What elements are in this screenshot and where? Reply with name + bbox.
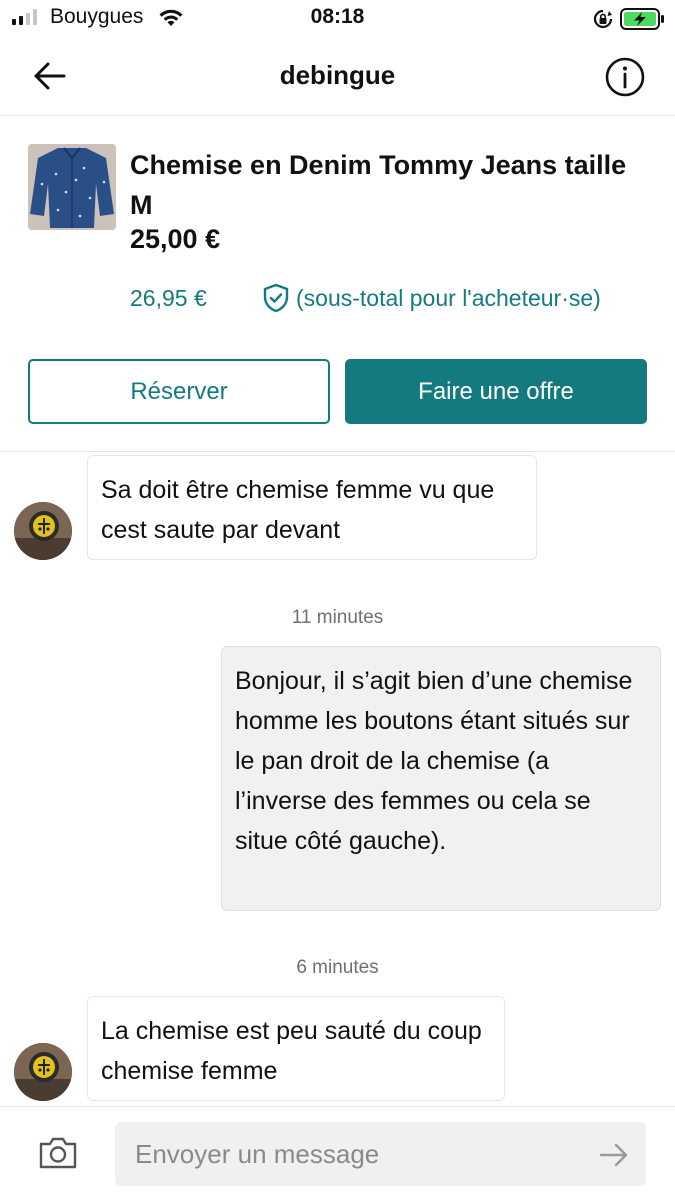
camera-icon[interactable] xyxy=(37,1135,79,1171)
message-input[interactable] xyxy=(115,1122,646,1186)
status-time: 08:18 xyxy=(310,5,365,28)
buyer-protection-note[interactable]: (sous-total pour l'acheteur·se) xyxy=(296,285,601,312)
battery-charging-icon xyxy=(620,8,664,30)
make-offer-button[interactable]: Faire une offre xyxy=(345,359,647,424)
chat-header: debingue xyxy=(0,38,675,116)
info-icon[interactable] xyxy=(604,56,646,98)
message-bubble-incoming: Sa doit être chemise femme vu que cest s… xyxy=(87,455,537,560)
product-price: 25,00 € xyxy=(130,224,221,254)
orientation-lock-icon xyxy=(593,9,613,29)
product-title[interactable]: Chemise en Denim Tommy Jeans taille M xyxy=(130,145,650,225)
send-arrow-icon[interactable] xyxy=(598,1142,630,1168)
product-thumbnail[interactable] xyxy=(28,144,116,230)
product-summary: Chemise en Denim Tommy Jeans taille M 25… xyxy=(0,117,675,452)
message-composer xyxy=(0,1106,675,1200)
message-timestamp: 6 minutes xyxy=(296,957,379,978)
avatar[interactable] xyxy=(14,1043,72,1101)
avatar[interactable] xyxy=(14,502,72,560)
status-bar: Bouygues 08:18 xyxy=(0,0,675,38)
conversation-title: debingue xyxy=(279,60,396,90)
message-bubble-incoming: La chemise est peu sauté du coup chemise… xyxy=(87,996,505,1101)
shield-check-icon xyxy=(263,283,289,313)
buyer-total-price: 26,95 € xyxy=(130,285,207,311)
message-bubble-outgoing: Bonjour, il s’agit bien d’une chemise ho… xyxy=(221,646,661,911)
message-timestamp: 11 minutes xyxy=(291,607,384,628)
reserve-button[interactable]: Réserver xyxy=(28,359,330,424)
